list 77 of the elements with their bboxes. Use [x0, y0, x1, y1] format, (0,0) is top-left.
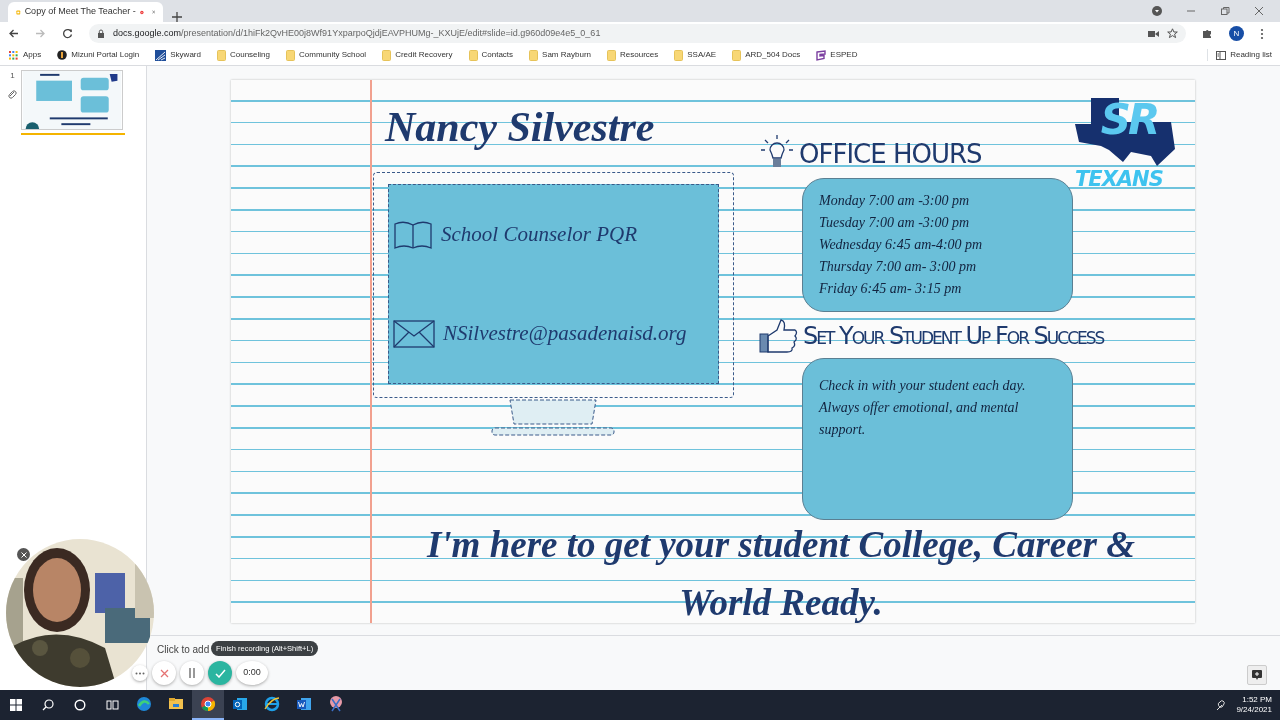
bookmark[interactable]: Apps	[8, 49, 42, 61]
check-icon	[214, 668, 226, 678]
folder-icon	[674, 49, 684, 61]
search-icon[interactable]	[42, 699, 54, 711]
link-icon	[8, 90, 17, 99]
document-icon	[295, 695, 313, 713]
restore-icon[interactable]	[1220, 6, 1230, 16]
bookmark[interactable]: Credit Recovery	[382, 49, 453, 61]
bookmark[interactable]: SSA/AE	[674, 49, 717, 61]
office-hours-line: Wednesday 6:45 am-4:00 pm	[819, 236, 984, 254]
browser-icon	[199, 695, 217, 713]
folder-icon	[216, 49, 226, 61]
profile-avatar[interactable]: N	[1229, 26, 1244, 41]
speaker-notes-field[interactable]: Click to add	[157, 642, 210, 657]
apps-grid-icon	[8, 49, 19, 61]
folder-icon	[382, 49, 392, 61]
cortana-icon[interactable]	[74, 699, 86, 711]
slide-number: 1	[10, 70, 15, 82]
folder-icon	[607, 49, 616, 61]
lock-icon	[97, 29, 105, 38]
bookmark[interactable]: Resources	[607, 49, 659, 61]
office-hours-line: Monday 7:00 am -3:00 pm	[819, 192, 971, 210]
job-title: School Counselor PQR	[441, 220, 637, 248]
skyward-logo-icon	[155, 49, 167, 61]
esped-logo-icon	[816, 49, 827, 61]
clock-time: 1:52 PM	[1242, 695, 1272, 705]
more-icon	[135, 671, 145, 675]
bookmark[interactable]: Sam Rayburn	[529, 49, 591, 61]
bookmark[interactable]: Counseling	[216, 49, 270, 61]
email-address: NSilvestre@pasadenaisd.org	[443, 319, 687, 347]
star-icon[interactable]	[1167, 28, 1178, 39]
plus-bubble-icon	[1252, 670, 1262, 680]
bookmark[interactable]: Skyward	[155, 49, 201, 61]
office-hours-line: Thursday 7:00 am- 3:00 pm	[819, 258, 978, 276]
thumbs-up-icon	[759, 318, 799, 354]
office-hours-line: Friday 6:45 am- 3:15 pm	[819, 280, 963, 298]
camera-icon[interactable]	[1148, 29, 1159, 38]
add-note-button[interactable]	[1247, 665, 1267, 685]
book-icon	[393, 219, 433, 250]
bookmark[interactable]: Community School	[286, 49, 367, 61]
bookmark[interactable]: Mizuni Portal Login	[57, 49, 140, 61]
swirl-icon	[135, 695, 153, 713]
tab-search-icon[interactable]	[1152, 6, 1162, 16]
scissors-icon	[327, 695, 345, 713]
clock-date: 9/24/2021	[1236, 705, 1272, 715]
close-icon	[159, 668, 169, 678]
folder-icon	[468, 49, 478, 61]
folder-icon	[529, 49, 539, 61]
taskbar-app[interactable]	[192, 690, 224, 720]
bookmark[interactable]: Contacts	[468, 49, 514, 61]
task-view-icon[interactable]	[105, 699, 119, 711]
circle-logo-icon	[57, 50, 68, 60]
mail-icon	[231, 695, 249, 713]
letter-e-icon	[263, 695, 281, 713]
close-icon	[20, 551, 27, 558]
extensions-icon[interactable]	[1202, 28, 1213, 39]
reading-list-icon	[1216, 50, 1227, 60]
windows-icon	[10, 699, 22, 711]
bookmark[interactable]: ARD_504 Docs	[732, 49, 801, 61]
menu-icon[interactable]	[1260, 27, 1264, 40]
slide-thumbnail[interactable]	[21, 70, 125, 135]
address-bar[interactable]: docs.google.com/presentation/d/1hiFk2QvHE00j8Wf91YxparpoQjdjEAVPHUMg-_KXUjE/edit#slide=id.g960d09e4e5_0_61	[89, 24, 1186, 43]
pause-icon	[188, 668, 196, 678]
folder-icon	[286, 49, 295, 61]
folder-icon	[732, 49, 742, 61]
section-heading: OFFICE HOURS	[799, 137, 982, 171]
new-tab-icon[interactable]	[171, 10, 183, 23]
close-icon[interactable]	[1254, 6, 1264, 16]
reading-list-button[interactable]: Reading list	[1207, 49, 1280, 61]
browser-tab[interactable]: Copy of Meet The Teacher -	[8, 2, 163, 22]
tips-text: Check in with your student each day. Always offer emotional, and mental support.	[819, 377, 1027, 439]
envelope-icon	[393, 318, 435, 349]
bookmark[interactable]: ESPED	[816, 49, 858, 61]
office-hours-line: Tuesday 7:00 am -3:00 pm	[819, 214, 971, 232]
close-button[interactable]	[17, 548, 30, 561]
back-icon[interactable]	[8, 28, 19, 39]
reload-icon[interactable]	[62, 28, 73, 39]
